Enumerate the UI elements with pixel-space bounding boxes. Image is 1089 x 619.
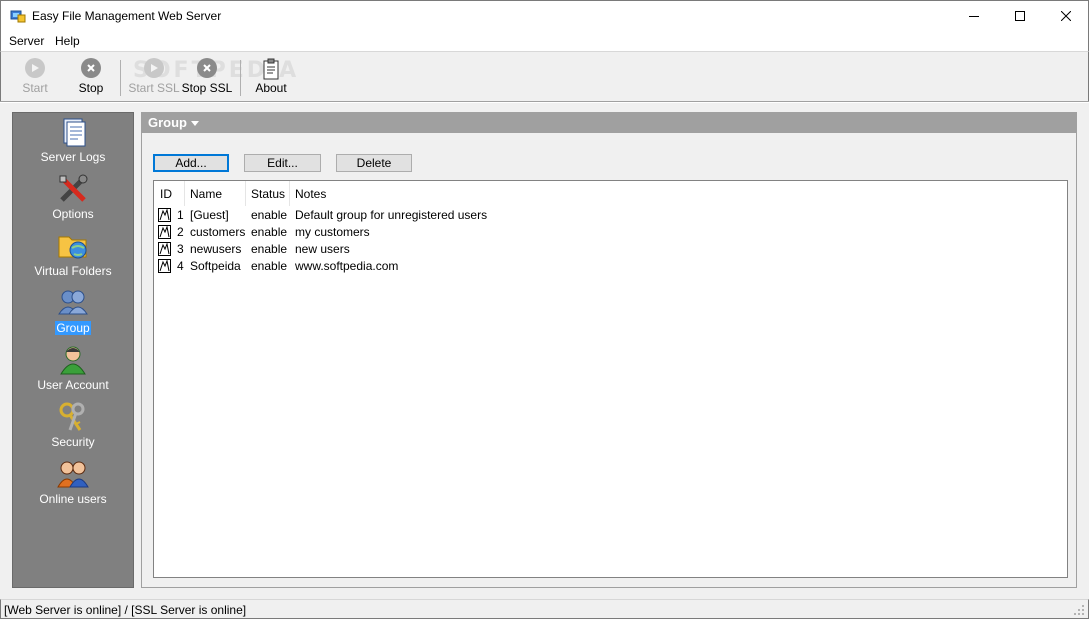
online-users-icon: [57, 461, 89, 488]
column-header-notes[interactable]: Notes: [295, 187, 326, 201]
cell-id: 2: [177, 225, 184, 239]
table-row[interactable]: 4 Softpeida enable www.softpedia.com: [154, 258, 1067, 275]
about-clipboard-icon: [263, 58, 279, 80]
cell-id: 4: [177, 259, 184, 273]
cell-id: 1: [177, 208, 184, 222]
column-divider: [184, 181, 185, 206]
column-header-name[interactable]: Name: [190, 187, 222, 201]
sidebar-item-server-logs[interactable]: Server Logs: [13, 115, 133, 172]
cell-notes: my customers: [295, 225, 370, 239]
sidebar-label: Security: [51, 435, 95, 449]
group-row-icon: [158, 259, 171, 273]
sidebar-item-virtual-folders[interactable]: Virtual Folders: [13, 229, 133, 286]
stop-button[interactable]: Stop: [75, 58, 107, 98]
stop-ssl-label: Stop SSL: [181, 81, 233, 95]
sidebar-label: Group: [55, 321, 91, 335]
resize-grip-icon[interactable]: [1073, 604, 1085, 616]
sidebar-label: Server Logs: [40, 150, 106, 164]
minimize-button[interactable]: [951, 1, 997, 31]
column-header-id[interactable]: ID: [160, 187, 172, 201]
group-row-icon: [158, 242, 171, 256]
sidebar-item-user-account[interactable]: User Account: [13, 343, 133, 400]
cell-notes: new users: [295, 242, 350, 256]
table-row[interactable]: 2 customers enable my customers: [154, 224, 1067, 241]
sidebar-item-options[interactable]: Options: [13, 172, 133, 229]
sidebar: Server Logs Options Virtual Folders Grou…: [12, 112, 134, 588]
group-row-icon: [158, 208, 171, 222]
list-header: ID Name Status Notes: [154, 181, 1067, 206]
title-bar: Easy File Management Web Server: [0, 0, 1089, 31]
play-ssl-icon: [144, 58, 164, 78]
cell-status: enable: [251, 242, 288, 256]
cell-name: customers: [190, 225, 246, 239]
cell-status: enable: [251, 259, 288, 273]
status-bar: [Web Server is online] / [SSL Server is …: [0, 599, 1089, 619]
toolbar: SOFTPEDIA Start Stop Start SSL Stop SSL: [0, 51, 1089, 101]
cell-id: 3: [177, 242, 184, 256]
sidebar-label: Virtual Folders: [34, 264, 112, 278]
column-header-status[interactable]: Status: [251, 187, 285, 201]
caret-down-icon: [191, 121, 199, 126]
about-button[interactable]: About: [252, 58, 290, 98]
group-icon: [58, 290, 88, 315]
sidebar-label: Online users: [39, 492, 107, 506]
sidebar-item-group[interactable]: Group: [13, 286, 133, 343]
column-divider: [245, 181, 246, 206]
toolbar-divider: [0, 101, 1089, 103]
table-row[interactable]: 1 [Guest] enable Default group for unreg…: [154, 207, 1067, 224]
column-divider: [289, 181, 290, 206]
maximize-icon: [1015, 11, 1025, 21]
stop-icon: [81, 58, 101, 78]
menu-help[interactable]: Help: [55, 34, 80, 48]
options-icon: [59, 174, 88, 202]
menu-server[interactable]: Server: [9, 34, 44, 48]
start-button[interactable]: Start: [19, 58, 51, 98]
start-ssl-label: Start SSL: [128, 81, 180, 95]
start-label: Start: [22, 81, 48, 95]
sidebar-item-online-users[interactable]: Online users: [13, 457, 133, 514]
close-button[interactable]: [1043, 1, 1089, 31]
security-icon: [59, 402, 85, 431]
sidebar-item-security[interactable]: Security: [13, 400, 133, 457]
panel-title: Group: [148, 115, 187, 130]
start-ssl-button[interactable]: Start SSL: [128, 58, 180, 98]
maximize-button[interactable]: [997, 1, 1043, 31]
panel-header[interactable]: Group: [142, 113, 1076, 133]
delete-button[interactable]: Delete: [336, 154, 412, 172]
server-logs-icon: [63, 118, 86, 147]
table-row[interactable]: 3 newusers enable new users: [154, 241, 1067, 258]
cell-name: Softpeida: [190, 259, 241, 273]
add-button[interactable]: Add...: [153, 154, 229, 172]
toolbar-separator: [120, 60, 121, 96]
stop-label: Stop: [78, 81, 104, 95]
about-label: About: [255, 81, 287, 95]
cell-notes: Default group for unregistered users: [295, 208, 488, 222]
close-icon: [1061, 11, 1071, 21]
toolbar-separator: [240, 60, 241, 96]
cell-status: enable: [251, 208, 288, 222]
group-row-icon: [158, 225, 171, 239]
cell-name: [Guest]: [190, 208, 229, 222]
edit-button[interactable]: Edit...: [244, 154, 321, 172]
stop-ssl-icon: [197, 58, 217, 78]
app-icon: [10, 10, 26, 23]
cell-name: newusers: [190, 242, 242, 256]
sidebar-label: Options: [52, 207, 94, 221]
cell-notes: www.softpedia.com: [295, 259, 399, 273]
menu-bar: Server Help: [0, 31, 1089, 51]
group-panel: Group Add... Edit... Delete ID Name Stat…: [141, 112, 1077, 588]
virtual-folders-icon: [58, 236, 87, 259]
group-list[interactable]: ID Name Status Notes 1 [Guest] enable De…: [153, 180, 1068, 578]
status-text: [Web Server is online] / [SSL Server is …: [4, 603, 247, 617]
window-title: Easy File Management Web Server: [32, 9, 222, 23]
sidebar-label: User Account: [37, 378, 109, 392]
user-account-icon: [60, 346, 86, 375]
cell-status: enable: [251, 225, 288, 239]
stop-ssl-button[interactable]: Stop SSL: [181, 58, 233, 98]
minimize-icon: [969, 16, 979, 17]
play-icon: [25, 58, 45, 78]
